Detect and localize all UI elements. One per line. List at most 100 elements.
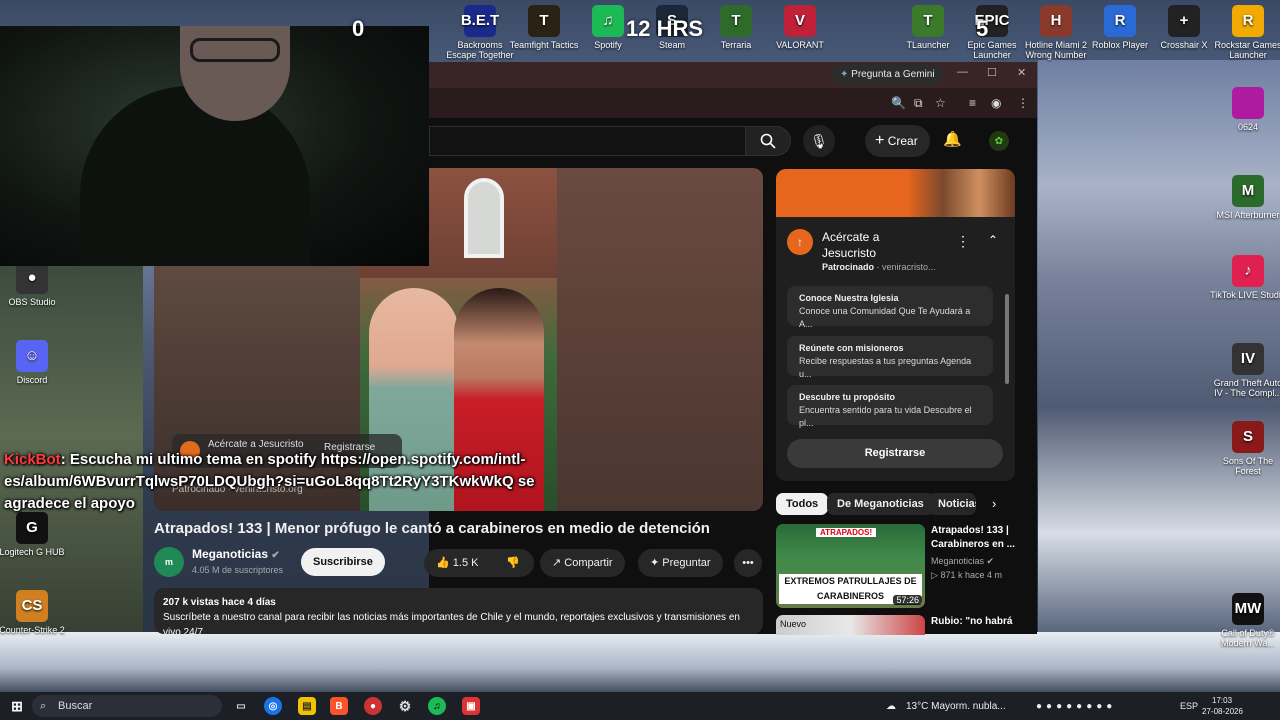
subscribe-button[interactable]: Suscribirse — [301, 548, 385, 576]
close-icon[interactable]: ✕ — [1017, 66, 1026, 79]
taskbar-app-icon[interactable]: ▣ — [462, 697, 480, 715]
weather-text[interactable]: 13°C Mayorm. nubla... — [906, 701, 1006, 712]
chip-noticias[interactable]: Noticias — [928, 493, 976, 515]
ad-sitelink[interactable]: Reúnete con misioneros Recibe respuestas … — [787, 336, 993, 379]
maximize-icon[interactable]: ☐ — [987, 66, 997, 79]
chip-de-meganoticias[interactable]: De Meganoticias — [827, 493, 934, 515]
start-windows-icon[interactable]: ⊞ — [8, 697, 26, 715]
channel-name[interactable]: Meganoticias ✔ — [192, 547, 280, 561]
ad-title[interactable]: Acércate a Jesucristo — [822, 229, 932, 261]
more-horizontal-icon: ••• — [742, 557, 754, 569]
chat-text: : Escucha mi ultimo tema en spotify http… — [4, 451, 535, 512]
desktop-icon-right-1[interactable]: M MSI Afterburner — [1210, 175, 1280, 220]
ad-register-button[interactable]: Registrarse — [787, 439, 1003, 468]
desktop-icon-right-2[interactable]: ♪ TikTok LIVE Studio — [1210, 255, 1280, 300]
webcam-overlay — [0, 26, 429, 266]
chevron-up-icon[interactable]: ⌃ — [988, 233, 998, 247]
taskbar-search-placeholder: Buscar — [58, 700, 93, 712]
tray-icons[interactable]: ●●●●●●●● — [1036, 701, 1116, 712]
desktop-icon-label: VALORANT — [776, 40, 824, 50]
voice-search-button[interactable]: 🎙 — [803, 125, 835, 157]
rec-title[interactable]: Rubio: "no habrá — [931, 616, 1015, 627]
bookmark-star-icon[interactable]: ☆ — [935, 96, 946, 110]
desktop-icon-right-5[interactable]: MW Call of Duty® Modern Wa... — [1210, 593, 1280, 648]
thumb-tag: ATRAPADOS! — [816, 528, 877, 537]
cast-icon[interactable]: ⧉ — [914, 96, 923, 111]
app-icon: H — [1040, 5, 1072, 37]
desktop-icon-label: Discord — [16, 375, 48, 385]
app-icon: S — [1232, 421, 1264, 453]
browser-titlebar — [429, 62, 1037, 88]
gemini-button[interactable]: ✦ Pregunta a Gemini — [832, 65, 943, 85]
search-icon: ⌕ — [40, 700, 47, 712]
desktop-icon-top-5[interactable]: V VALORANT — [762, 5, 838, 50]
yt-search-input[interactable] — [429, 126, 745, 156]
rec-title[interactable]: Atrapados! 133 | Carabineros en ... — [931, 524, 1015, 552]
desktop-icon-left-1[interactable]: ☺ Discord — [0, 340, 70, 385]
like-button[interactable]: 👍 1.5 K — [436, 557, 478, 569]
spotify-icon[interactable]: ♫ — [428, 697, 446, 715]
menu-kebab-icon[interactable]: ⋮ — [1017, 96, 1029, 110]
chrome-icon[interactable]: ◎ — [264, 697, 282, 715]
rec-thumbnail[interactable]: ATRAPADOS! EXTREMOS PATRULLAJES DE CARAB… — [776, 524, 925, 608]
dislike-button[interactable]: 👎 — [506, 549, 520, 577]
profile-icon[interactable]: ◉ — [991, 96, 1001, 110]
create-label: Crear — [887, 134, 918, 148]
ad-menu-kebab-icon[interactable]: ⋮ — [956, 233, 970, 250]
ad-sitelink[interactable]: Descubre tu propósito Encuentra sentido p… — [787, 385, 993, 428]
desktop-icon-top-11[interactable]: R Rockstar Games Launcher — [1210, 5, 1280, 60]
ad-banner-image[interactable] — [776, 169, 1015, 217]
task-view-icon[interactable]: ▭ — [232, 697, 250, 715]
notifications-bell-icon[interactable]: 🔔 — [943, 130, 962, 148]
settings-gear-icon[interactable]: ⚙ — [396, 697, 414, 715]
desktop-icon-label: Rockstar Games Launcher — [1214, 40, 1280, 60]
chip-todos[interactable]: Todos — [776, 493, 829, 515]
ad-logo-icon: ↑ — [787, 229, 813, 255]
desktop-icon-right-4[interactable]: S Sons Of The Forest — [1210, 421, 1280, 476]
chevron-right-icon[interactable]: › — [992, 496, 996, 511]
ask-label: Preguntar — [662, 557, 711, 569]
live-indicator-icon: ▷ — [931, 570, 938, 580]
account-avatar[interactable]: ✿ — [989, 131, 1009, 151]
desktop-icon-left-0[interactable]: ● OBS Studio — [0, 262, 70, 307]
minimize-icon[interactable]: — — [957, 66, 968, 78]
zoom-icon[interactable]: 🔍 — [891, 96, 906, 110]
create-button[interactable]: + Crear — [865, 125, 930, 157]
more-actions-button[interactable]: ••• — [734, 549, 762, 577]
channel-avatar[interactable]: m — [154, 547, 184, 577]
clock-time[interactable]: 17:03 — [1212, 696, 1232, 705]
chat-username: KickBot — [4, 451, 61, 468]
taskbar-search[interactable]: ⌕ Buscar — [32, 695, 222, 717]
address-bar[interactable] — [429, 88, 1037, 118]
desktop-icon-left-2[interactable]: G Logitech G HUB — [0, 512, 70, 557]
ad-sitelink[interactable]: Conoce Nuestra Iglesia Conoce una Comunid… — [787, 286, 993, 329]
yt-search-button[interactable] — [745, 126, 791, 156]
reading-list-icon[interactable]: ≡ — [969, 96, 976, 110]
language-indicator[interactable]: ESP — [1180, 701, 1198, 711]
ad-scrollbar[interactable] — [1005, 294, 1009, 384]
video-description[interactable]: 207 k vistas hace 4 días Suscríbete a nu… — [154, 588, 763, 634]
desktop-icon-right-0[interactable]: 0624 — [1210, 87, 1280, 132]
app-icon — [1232, 87, 1264, 119]
ad-sitelink-title: Reúnete con misioneros — [799, 343, 904, 353]
gemini-icon: ✦ — [840, 69, 849, 80]
app-icon: R — [1232, 5, 1264, 37]
app-icon: ● — [16, 262, 48, 294]
ask-button[interactable]: ✦ Preguntar — [638, 549, 723, 577]
desktop-icon-left-3[interactable]: CS Counter-Strike 2 — [0, 590, 70, 635]
brave-icon[interactable]: B — [330, 697, 348, 715]
verified-icon: ✔ — [986, 556, 995, 566]
desktop-icon-label: Counter-Strike 2 — [0, 625, 65, 635]
stream-digit: 5 — [976, 16, 989, 41]
like-count: 1.5 K — [452, 557, 479, 569]
file-explorer-icon[interactable]: ▤ — [298, 697, 316, 715]
ad-sitelink-desc: Conoce una Comunidad Que Te Ayudará a A.… — [799, 306, 971, 329]
obs-icon[interactable]: ● — [364, 697, 382, 715]
app-icon: M — [1232, 175, 1264, 207]
app-icon: R — [1104, 5, 1136, 37]
clock-date[interactable]: 27-08-2026 — [1202, 707, 1243, 716]
share-button[interactable]: ↗ Compartir — [540, 549, 625, 577]
desktop-icon-label: Call of Duty® Modern Wa... — [1221, 628, 1275, 648]
desktop-icon-right-3[interactable]: IV Grand Theft Auto IV - The Compl... — [1210, 343, 1280, 398]
app-icon: MW — [1232, 593, 1264, 625]
